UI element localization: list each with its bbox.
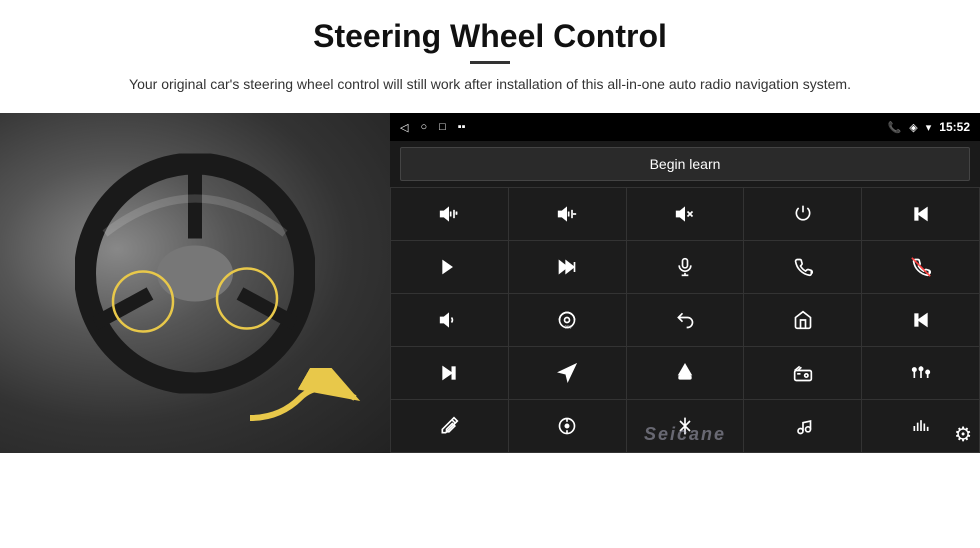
arrow-svg: [240, 368, 370, 433]
svg-text:360°: 360°: [565, 324, 574, 329]
notif-icon: ▪▪: [458, 121, 466, 133]
radio-button[interactable]: [744, 347, 861, 399]
fast-forward-button[interactable]: [391, 347, 508, 399]
header-section: Steering Wheel Control Your original car…: [0, 0, 980, 105]
mute-button[interactable]: [627, 188, 744, 240]
content-row: ◁ ○ □ ▪▪ 📞 ◈ ▾ 15:52 Begin learn: [0, 113, 980, 548]
home-button[interactable]: [744, 294, 861, 346]
navigate-button[interactable]: [509, 347, 626, 399]
begin-learn-button[interactable]: Begin learn: [400, 147, 970, 181]
eject-button[interactable]: [627, 347, 744, 399]
gear-settings-icon[interactable]: ⚙: [954, 422, 972, 447]
home-circle-icon[interactable]: ○: [420, 121, 427, 133]
time-display: 15:52: [939, 120, 970, 134]
recents-icon[interactable]: □: [439, 121, 446, 133]
wheel-svg: [75, 154, 315, 394]
begin-learn-row: Begin learn: [390, 141, 980, 187]
prev-track-button[interactable]: [862, 188, 979, 240]
control-grid: 360°: [390, 187, 980, 453]
arrow-indicator: [240, 368, 370, 438]
settings-dial-button[interactable]: [509, 400, 626, 452]
microphone-button[interactable]: [627, 241, 744, 293]
steering-wheel-panel: [0, 113, 390, 453]
status-right: 📞 ◈ ▾ 15:52: [888, 120, 970, 134]
page-container: Steering Wheel Control Your original car…: [0, 0, 980, 548]
status-bar: ◁ ○ □ ▪▪ 📞 ◈ ▾ 15:52: [390, 113, 980, 141]
subtitle: Your original car's steering wheel contr…: [100, 74, 880, 95]
equalizer-button[interactable]: [862, 347, 979, 399]
page-title: Steering Wheel Control: [60, 18, 920, 55]
phone-accept-button[interactable]: [744, 241, 861, 293]
back-button[interactable]: [627, 294, 744, 346]
location-status-icon: ◈: [909, 121, 917, 134]
steering-wheel: [75, 154, 315, 399]
status-left: ◁ ○ □ ▪▪: [400, 121, 466, 134]
pen-button[interactable]: [391, 400, 508, 452]
speaker-button[interactable]: [391, 294, 508, 346]
title-divider: [470, 61, 510, 64]
wifi-status-icon: ▾: [926, 121, 932, 134]
vol-up-button[interactable]: [391, 188, 508, 240]
camera-360-button[interactable]: 360°: [509, 294, 626, 346]
next-track-button[interactable]: [391, 241, 508, 293]
music-button[interactable]: [744, 400, 861, 452]
skip-back-button[interactable]: [862, 294, 979, 346]
back-arrow-icon[interactable]: ◁: [400, 121, 408, 134]
vol-down-button[interactable]: [509, 188, 626, 240]
phone-status-icon: 📞: [888, 121, 902, 134]
ff-button[interactable]: [509, 241, 626, 293]
bluetooth-button[interactable]: [627, 400, 744, 452]
android-panel: ◁ ○ □ ▪▪ 📞 ◈ ▾ 15:52 Begin learn: [390, 113, 980, 453]
power-button[interactable]: [744, 188, 861, 240]
phone-end-button[interactable]: [862, 241, 979, 293]
